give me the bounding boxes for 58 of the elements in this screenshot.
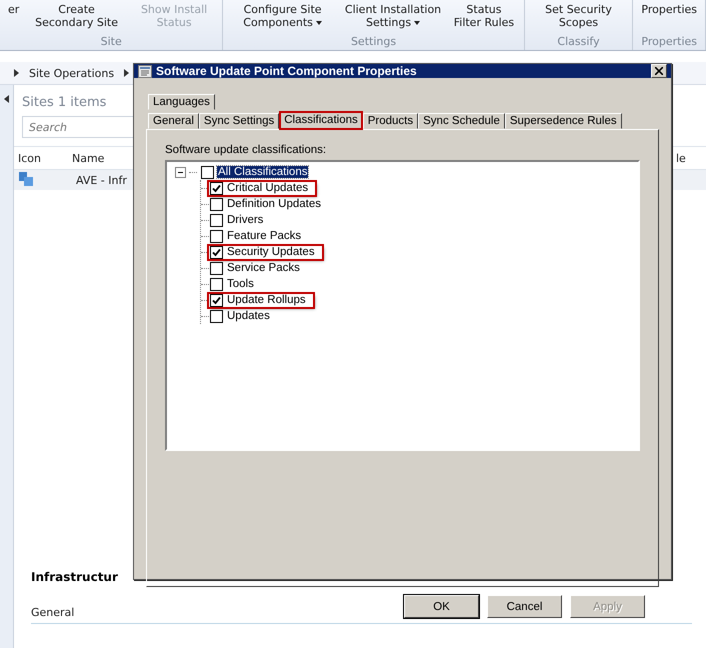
tab[interactable]: General [148,113,199,129]
tree-item[interactable]: Tools [226,278,255,290]
tab[interactable]: Products [362,113,418,129]
close-button[interactable] [651,64,667,78]
tree-label: Software update classifications: [165,144,328,156]
caret-icon [414,20,420,25]
tree-item[interactable]: Critical Updates [226,182,310,194]
checkbox[interactable] [201,166,214,178]
list-title: Sites 1 items [21,94,108,112]
ribbon-button[interactable]: Configure Site Components [231,3,334,29]
window-title: Software Update Point Component Properties [156,64,418,78]
tab[interactable]: Sync Schedule [418,113,505,129]
column-title[interactable]: Icon [14,152,68,164]
ribbon-button[interactable]: er [8,3,20,16]
details-title: Infrastructur [31,570,118,584]
checkbox[interactable] [210,310,223,322]
tree-item[interactable]: Service Packs [226,262,301,274]
ribbon-button[interactable]: Properties [641,3,697,16]
checkbox[interactable] [210,278,223,290]
breadcrumb-item[interactable]: Site Operations [29,66,114,80]
building-icon [18,170,34,186]
arrow-icon [124,69,130,77]
checkbox[interactable] [210,198,223,210]
tree-item[interactable]: Updates [226,310,271,322]
dialog-button[interactable]: Cancel [487,595,562,618]
arrow-icon [14,69,19,77]
tree-item[interactable]: Definition Updates [226,198,322,210]
column-title[interactable]: le [672,152,706,164]
tree-item[interactable]: Security Updates [226,246,316,258]
tab[interactable]: Languages [148,94,215,110]
collapse-icon[interactable] [4,95,9,103]
table-cell-text: AVE - Infr [75,174,128,186]
expander-icon[interactable] [175,166,186,178]
group-label: Settings [350,35,398,50]
ribbon-button[interactable]: Create Secondary Site [29,3,124,29]
checkbox[interactable] [210,246,223,258]
tree-item[interactable]: All Classifications [217,166,308,178]
ribbon-button[interactable]: Status Filter Rules [452,3,516,29]
ribbon-button[interactable]: Client Installation Settings [344,3,442,29]
checkbox[interactable] [210,230,223,242]
checkbox[interactable] [210,214,223,226]
tab[interactable]: Sync Settings [198,113,280,129]
window-icon [138,64,152,78]
checkbox[interactable] [210,294,223,306]
checkbox[interactable] [210,262,223,274]
group-label: Classify [556,35,601,50]
dialog-button[interactable]: OK [404,595,479,618]
tree-item[interactable]: Drivers [226,214,264,226]
group-label: Properties [641,35,697,50]
caret-icon [316,20,322,25]
tree-item[interactable]: Feature Packs [226,230,302,242]
ribbon-button[interactable]: Set Security Scopes [532,3,624,29]
tab[interactable]: Classifications [279,111,363,130]
checkbox[interactable] [210,182,223,194]
tab[interactable]: Supersedence Rules [504,113,622,129]
close-icon [655,67,663,75]
tree-item[interactable]: Update Rollups [226,294,307,306]
group-label: Site [100,35,123,50]
